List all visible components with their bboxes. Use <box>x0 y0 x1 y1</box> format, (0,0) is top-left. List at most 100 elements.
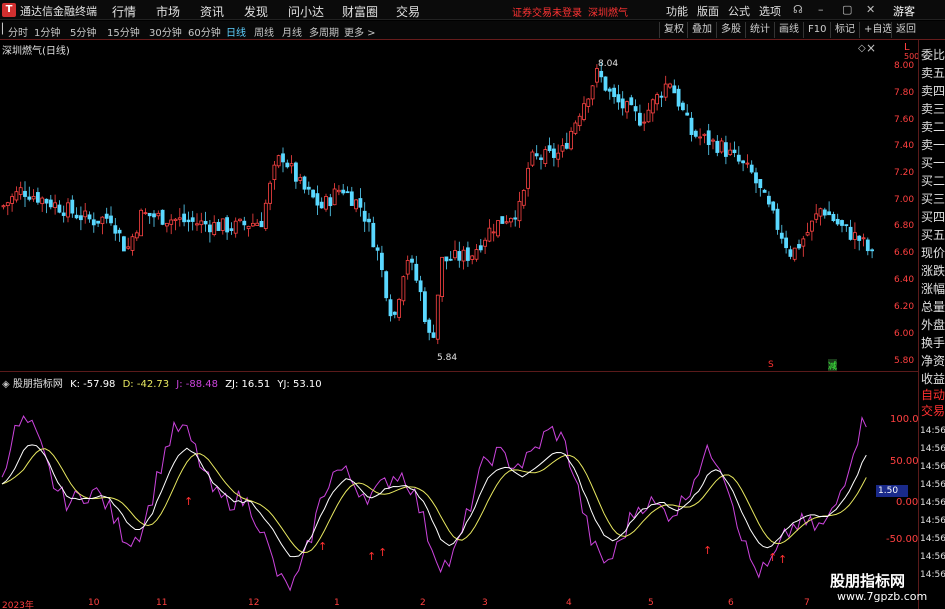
buy-arrow-icon: ↑ <box>778 553 787 566</box>
period-day[interactable]: 日线 <box>226 24 246 39</box>
btn-tongji[interactable]: 统计 <box>745 22 774 38</box>
quote-item[interactable]: 委比 <box>920 48 945 62</box>
candle-body <box>741 160 745 164</box>
menu-gongshi[interactable]: 公式 <box>728 3 750 19</box>
minimize-icon[interactable]: – <box>818 3 824 16</box>
quote-item[interactable]: 总量 <box>920 300 945 314</box>
candle-body <box>48 199 53 208</box>
btn-duogu[interactable]: 多股 <box>716 22 745 38</box>
menu-xuanxiang[interactable]: 选项 <box>759 3 781 19</box>
quote-item[interactable]: 买二 <box>920 174 945 188</box>
price-axis: L 500 8.00 7.80 7.60 7.40 7.20 7.00 6.80… <box>876 40 919 370</box>
time-label: 14:56 <box>920 444 945 454</box>
quote-item[interactable]: 外盘 <box>920 318 945 332</box>
candle-body <box>345 191 350 194</box>
candle-body <box>1 205 6 208</box>
menu-caifuquan[interactable]: 财富圈 <box>342 3 378 20</box>
trade-alert[interactable]: 证券交易未登录 <box>512 4 582 19</box>
menu-jiaoyi[interactable]: 交易 <box>396 3 420 20</box>
indicator-zj: ZJ: 16.51 <box>225 379 271 390</box>
candle-body <box>281 153 285 163</box>
quote-item[interactable]: 换手 <box>920 336 945 350</box>
menu-shichang[interactable]: 市场 <box>156 3 180 20</box>
btn-biaoji[interactable]: 标记 <box>830 22 859 38</box>
headset-icon[interactable]: ☊ <box>793 3 803 16</box>
candle-body <box>762 189 767 193</box>
candle-body <box>53 202 57 209</box>
indicator-settings-icon[interactable]: ◈ <box>2 379 10 390</box>
menu-faxian[interactable]: 发现 <box>244 3 268 20</box>
time-label: 14:56 <box>920 534 945 544</box>
quote-item[interactable]: 涨幅 <box>920 282 945 296</box>
candle-body <box>513 217 518 220</box>
menu-hangqing[interactable]: 行情 <box>112 3 136 20</box>
quote-item[interactable]: 现价 <box>920 246 945 260</box>
date-label: 7 <box>804 598 810 608</box>
candle-body <box>203 220 208 225</box>
quote-item[interactable]: 卖一 <box>920 138 945 152</box>
period-week[interactable]: 周线 <box>254 24 274 39</box>
period-more[interactable]: 更多 > <box>344 24 376 39</box>
candle-body <box>822 209 827 216</box>
quote-item[interactable]: 卖五 <box>920 66 945 80</box>
candle-body <box>711 139 715 142</box>
quote-item[interactable]: 买一 <box>920 156 945 170</box>
period-multi[interactable]: 多周期 <box>309 24 339 39</box>
candle-body <box>397 299 402 318</box>
menu-gongneng[interactable]: 功能 <box>666 3 688 19</box>
candle-body <box>401 276 406 302</box>
kline-chart[interactable]: ↑↑↑ ↑ ↑↑ ↑ <box>0 40 876 600</box>
ind-tick: 100.0 <box>890 414 919 425</box>
menu-zixun[interactable]: 资讯 <box>200 3 224 20</box>
quote-item[interactable]: 卖三 <box>920 102 945 116</box>
k-line <box>1 444 867 558</box>
candle-body <box>57 204 62 213</box>
quote-item[interactable]: 买三 <box>920 192 945 206</box>
quote-item[interactable]: 净资 <box>920 354 945 368</box>
period-fenshi[interactable]: 分时 <box>8 24 28 39</box>
menu-banmian[interactable]: 版面 <box>697 3 719 19</box>
date-axis: 2023年 10 11 12 1 2 3 4 5 6 7 <box>0 598 918 609</box>
quote-item[interactable]: 卖四 <box>920 84 945 98</box>
quote-item[interactable]: 涨跌 <box>920 264 945 278</box>
auto-trade-item[interactable]: 自动 <box>920 388 945 402</box>
btn-fanhui[interactable]: 返回 <box>891 22 920 38</box>
candle-body <box>603 76 608 91</box>
candle-body <box>844 224 849 227</box>
quote-item[interactable]: 收益 <box>920 372 945 386</box>
candle-body <box>311 189 316 198</box>
period-15min[interactable]: 15分钟 <box>107 24 140 39</box>
indicator-yj: YJ: 53.10 <box>277 379 322 390</box>
candle-body <box>315 193 320 206</box>
menu-wenxiaoda[interactable]: 问小达 <box>288 3 324 20</box>
close-icon[interactable]: ✕ <box>866 3 875 16</box>
candle-body <box>225 217 230 233</box>
btn-f10[interactable]: F10 <box>803 22 830 38</box>
candle-body <box>410 258 414 263</box>
maximize-icon[interactable]: ▢ <box>842 3 852 16</box>
candle-body <box>182 213 187 223</box>
period-month[interactable]: 月线 <box>282 24 302 39</box>
trade-item[interactable]: 交易 <box>920 404 945 418</box>
period-1min[interactable]: 1分钟 <box>34 24 60 39</box>
candle-body <box>349 191 354 206</box>
guest-label[interactable]: 游客 <box>893 3 915 19</box>
candle-body <box>775 208 780 230</box>
settings-icon[interactable]: ◇ <box>858 43 866 54</box>
indicator-axis: 100.0 50.00 0.00 -50.00 1.50 <box>876 372 919 597</box>
candle-body <box>61 212 66 216</box>
btn-huaxian[interactable]: 画线 <box>774 22 803 38</box>
period-5min[interactable]: 5分钟 <box>70 24 96 39</box>
candle-body <box>375 247 380 251</box>
candle-body <box>100 216 105 225</box>
period-30min[interactable]: 30分钟 <box>149 24 182 39</box>
quote-item[interactable]: 买五 <box>920 228 945 242</box>
period-60min[interactable]: 60分钟 <box>188 24 221 39</box>
indicator-name: 股朋指标网 <box>12 379 63 390</box>
btn-diejia[interactable]: 叠加 <box>687 22 716 38</box>
btn-fuquan[interactable]: 复权 <box>659 22 688 38</box>
close-chart-icon[interactable]: × <box>866 41 876 55</box>
quote-item[interactable]: 买四 <box>920 210 945 224</box>
candle-body <box>865 239 870 252</box>
quote-item[interactable]: 卖二 <box>920 120 945 134</box>
